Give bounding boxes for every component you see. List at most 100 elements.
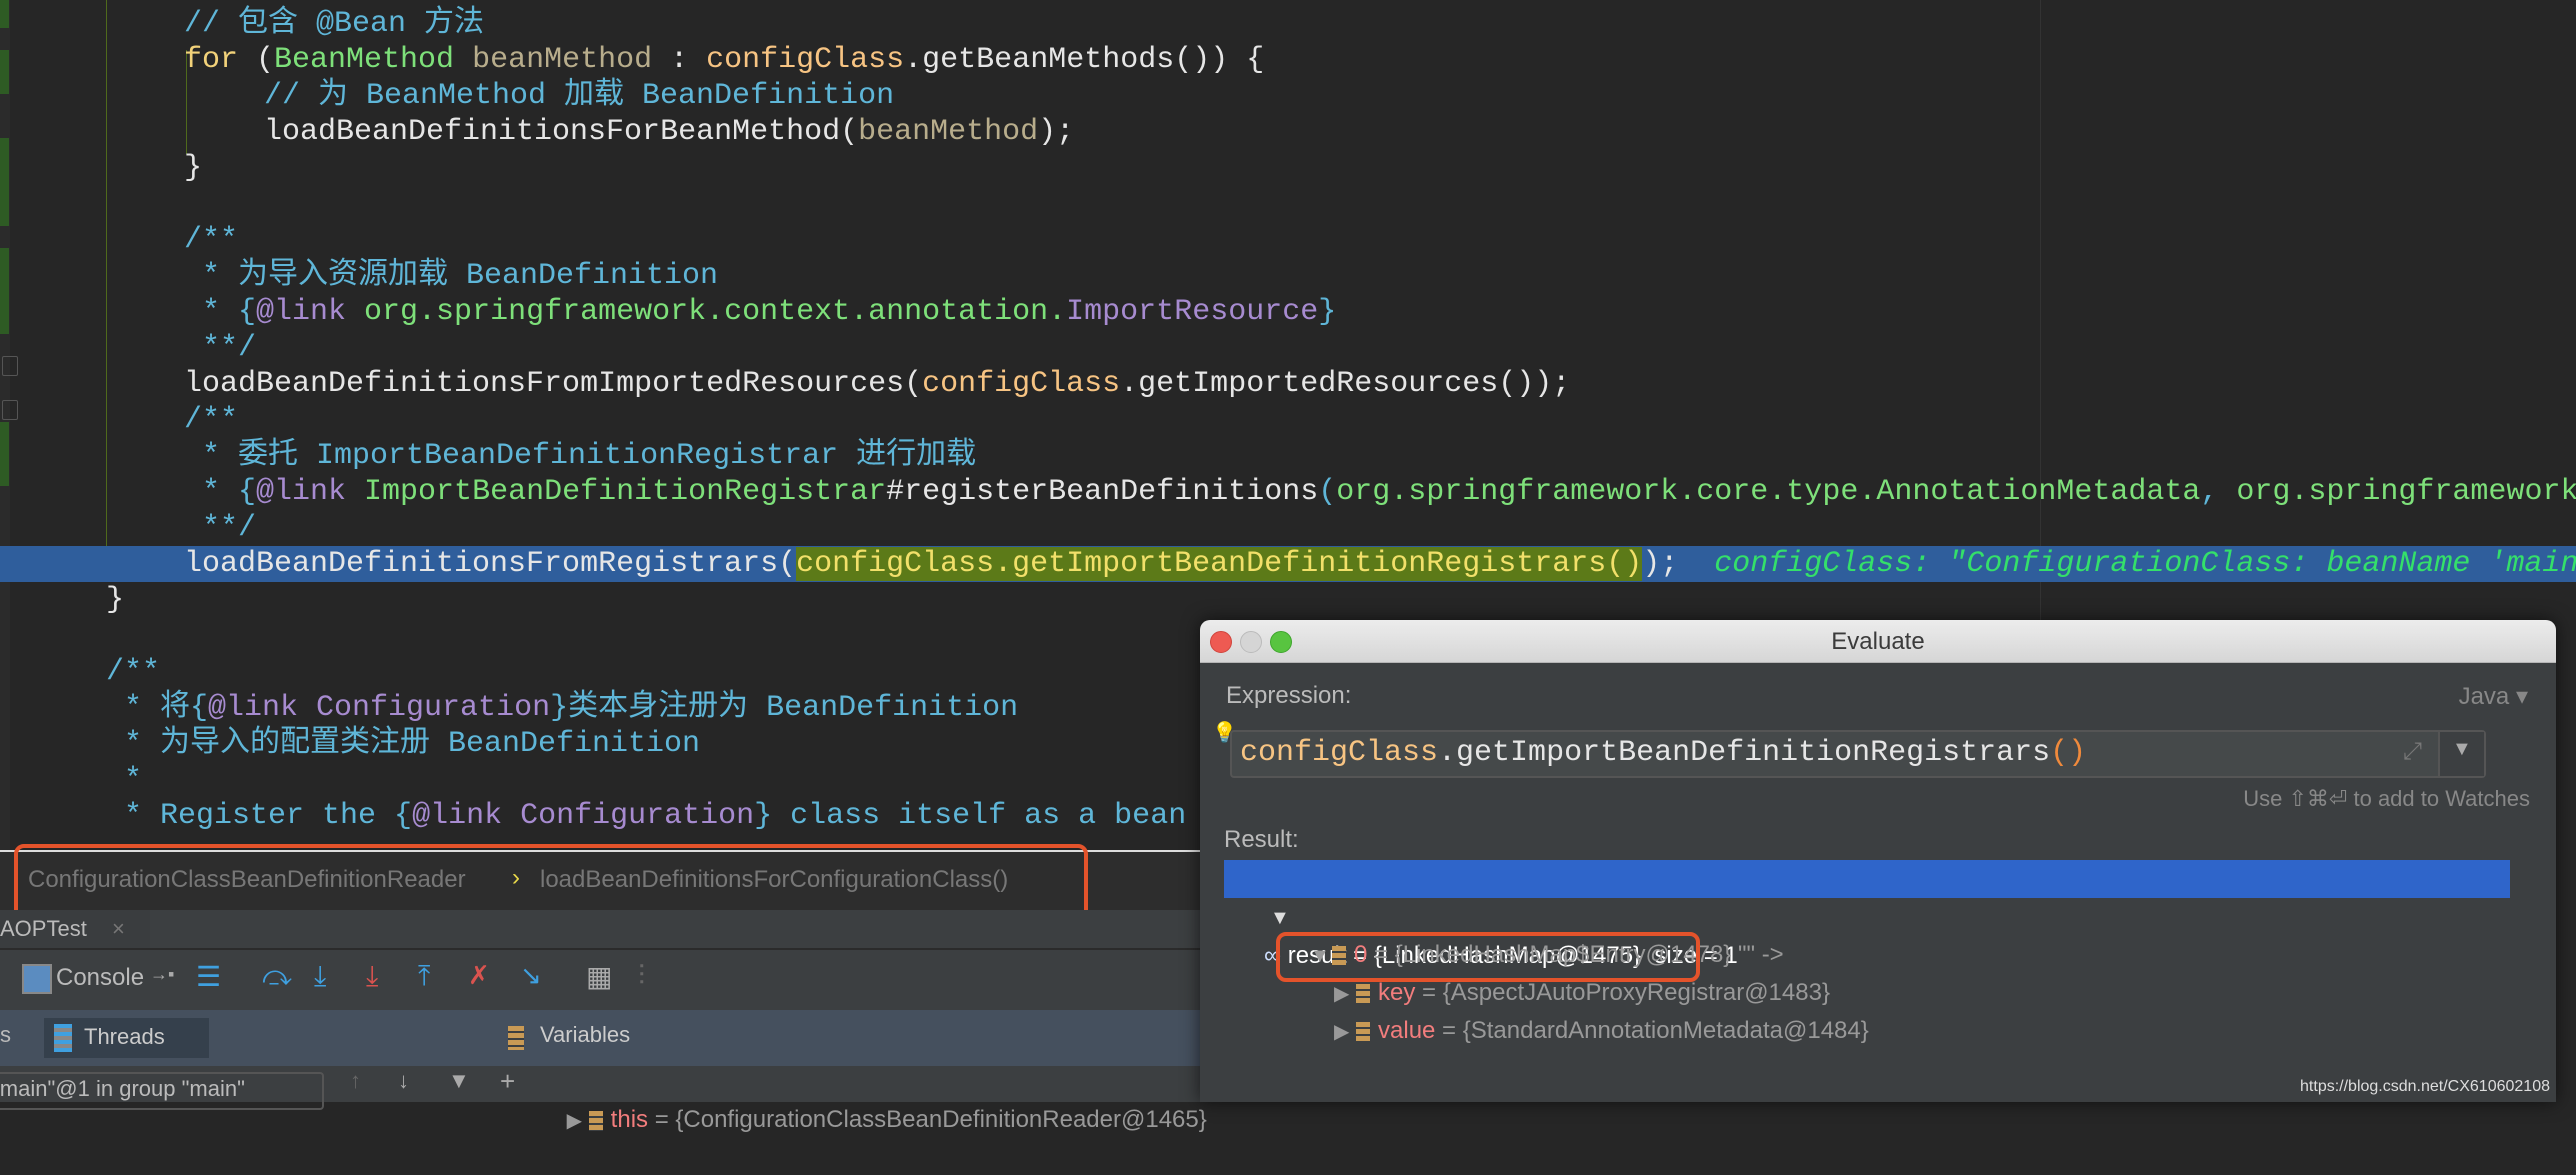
code-token: configClass.getImportBeanDefinitionRegis…: [796, 547, 1643, 581]
code-line[interactable]: * {@link org.springframework.context.ann…: [0, 294, 1336, 330]
code-token: }: [106, 583, 125, 617]
step-over-icon[interactable]: ⤼: [262, 960, 292, 993]
code-line[interactable]: }: [0, 150, 202, 186]
show-execution-point-icon[interactable]: ☰: [196, 960, 221, 993]
code-token: loadBeanDefinitionsForBeanMethod(: [264, 115, 859, 149]
result-label: Result:: [1224, 826, 1299, 853]
debug-tab-bar: AOPTest ×: [0, 910, 1200, 948]
code-token: * 委托 ImportBeanDefinitionRegistrar 进行加载: [184, 439, 977, 473]
debugger-toolbar: Console →▪ ☰ ⤼ ⤓ ⤓ ⤒ ✗ ↘ ▦ ⫶: [0, 948, 1200, 1010]
code-token: loadBeanDefinitionsFromImportedResources…: [184, 367, 923, 401]
code-token: .getBeanMethods()) {: [904, 43, 1265, 77]
expand-icon[interactable]: ▶: [567, 1103, 589, 1139]
threads-icon: [54, 1024, 72, 1052]
code-token: **/: [184, 331, 257, 365]
code-token: org.springframework.core.type.Annotation…: [1336, 475, 2201, 509]
expand-editor-icon[interactable]: ⤢: [2403, 738, 2422, 766]
expression-input[interactable]: configClass.getImportBeanDefinitionRegis…: [1230, 730, 2486, 778]
variables-label: Variables: [540, 1022, 631, 1047]
code-token: org.springframework.context.annotation.: [364, 295, 1067, 329]
code-line[interactable]: /**: [0, 402, 238, 438]
tab-aoptest[interactable]: AOPTest ×: [0, 910, 150, 948]
pin-icon[interactable]: →▪: [150, 964, 174, 985]
code-line[interactable]: * 将{@link Configuration}类本身注册为 BeanDefin…: [0, 690, 1018, 726]
code-token: BeanMethod: [274, 43, 455, 77]
code-line[interactable]: **/: [0, 510, 256, 546]
code-token: (: [1318, 475, 1337, 509]
variable-row-this[interactable]: ▶ this = {ConfigurationClassBeanDefinitio…: [540, 1066, 1207, 1133]
code-token: /**: [106, 655, 161, 689]
code-token: *: [106, 763, 143, 797]
frames-tab-suffix[interactable]: s: [0, 1022, 11, 1048]
code-token: configClass: "ConfigurationClass: beanNa…: [1714, 547, 2576, 581]
code-token: * {: [184, 475, 257, 509]
code-line[interactable]: /**: [0, 222, 238, 258]
expand-icon[interactable]: ▶: [1334, 1013, 1356, 1051]
code-line[interactable]: loadBeanDefinitionsForBeanMethod(beanMet…: [0, 114, 1074, 150]
code-token: for: [184, 43, 239, 77]
code-line[interactable]: [0, 186, 184, 222]
code-token: beanMethod: [472, 43, 653, 77]
code-token: .getImportedResources());: [1120, 367, 1571, 401]
code-token: configClass: [922, 367, 1121, 401]
code-line[interactable]: }: [0, 582, 124, 618]
code-line[interactable]: **/: [0, 330, 256, 366]
step-out-icon[interactable]: ⤒: [418, 960, 430, 993]
dialog-titlebar[interactable]: Evaluate: [1200, 620, 2556, 663]
run-to-cursor-icon[interactable]: ↘: [520, 960, 542, 991]
code-line[interactable]: [0, 618, 106, 654]
code-line[interactable]: // 为 BeanMethod 加载 BeanDefinition: [0, 78, 894, 114]
console-icon: [22, 964, 52, 994]
code-line[interactable]: * 委托 ImportBeanDefinitionRegistrar 进行加载: [0, 438, 976, 474]
tab-threads[interactable]: Threads: [44, 1018, 209, 1058]
code-token: :: [652, 43, 707, 77]
code-token: **/: [184, 511, 257, 545]
tree-row-entry[interactable]: ▼ 0 = {LinkedHashMap$Entry@1478} "" ->: [1224, 898, 2556, 968]
annotation-highlight-box: [1276, 932, 1700, 982]
console-tab[interactable]: Console: [56, 964, 144, 992]
dialog-title: Evaluate: [1831, 628, 1925, 655]
code-token: ImportResource: [1066, 295, 1319, 329]
tab-aoptest-label: AOPTest: [0, 916, 87, 941]
code-line[interactable]: * 为导入的配置类注册 BeanDefinition: [0, 726, 700, 762]
close-icon[interactable]: ×: [112, 916, 125, 942]
code-token: (: [238, 43, 275, 77]
code-line[interactable]: *: [0, 762, 142, 798]
debug-lower-row: "main"@1 in group "main" ↑ ↓ ▼ + ▶ this =…: [0, 1066, 1207, 1133]
frame-up-icon[interactable]: ↑: [350, 1068, 361, 1094]
tree-row-result[interactable]: ▼ ∞ result = {LinkedHashMap@1475} size =…: [1224, 860, 2510, 969]
code-token: /**: [184, 223, 239, 257]
step-into-icon[interactable]: ⤓: [314, 960, 326, 993]
filter-icon[interactable]: ▼: [448, 1068, 470, 1094]
code-token: );: [1038, 115, 1075, 149]
evaluate-expression-icon[interactable]: ▦: [586, 960, 612, 993]
history-dropdown-button[interactable]: ▼: [2438, 732, 2484, 776]
field-icon: [1356, 1021, 1371, 1042]
thread-selector[interactable]: "main"@1 in group "main": [0, 1072, 324, 1110]
code-line[interactable]: * Register the {@link Configuration} cla…: [0, 798, 1402, 834]
code-token: // 为 BeanMethod 加载 BeanDefinition: [264, 79, 895, 113]
code-line-execution-point[interactable]: loadBeanDefinitionsFromRegistrars(config…: [0, 546, 2576, 582]
code-line[interactable]: // 包含 @Bean 方法: [0, 6, 484, 42]
trace-icon[interactable]: ⫶: [638, 960, 645, 993]
force-step-into-icon[interactable]: ⤓: [366, 960, 378, 993]
code-line[interactable]: * 为导入资源加载 BeanDefinition: [0, 258, 718, 294]
code-line[interactable]: /**: [0, 654, 160, 690]
code-line[interactable]: loadBeanDefinitionsFromImportedResources…: [0, 366, 1570, 402]
field-icon: [588, 1110, 603, 1131]
drop-frame-icon[interactable]: ✗: [468, 960, 490, 991]
language-selector[interactable]: Java ▾: [2459, 682, 2528, 711]
add-watch-icon[interactable]: +: [500, 1066, 515, 1097]
code-token: * 为导入资源加载 BeanDefinition: [184, 259, 719, 293]
code-token: configClass: [706, 43, 905, 77]
frame-down-icon[interactable]: ↓: [398, 1068, 409, 1094]
code-token: * 将{: [106, 691, 209, 725]
code-line[interactable]: for (BeanMethod beanMethod : configClass…: [0, 42, 1264, 78]
code-line[interactable]: * {@link ImportBeanDefinitionRegistrar#r…: [0, 474, 2576, 510]
variables-header: Variables: [496, 1010, 1200, 1066]
evaluate-dialog: Evaluate Expression: Java ▾ 💡 configClas…: [1200, 620, 2556, 1102]
code-token: );: [1642, 547, 1679, 581]
